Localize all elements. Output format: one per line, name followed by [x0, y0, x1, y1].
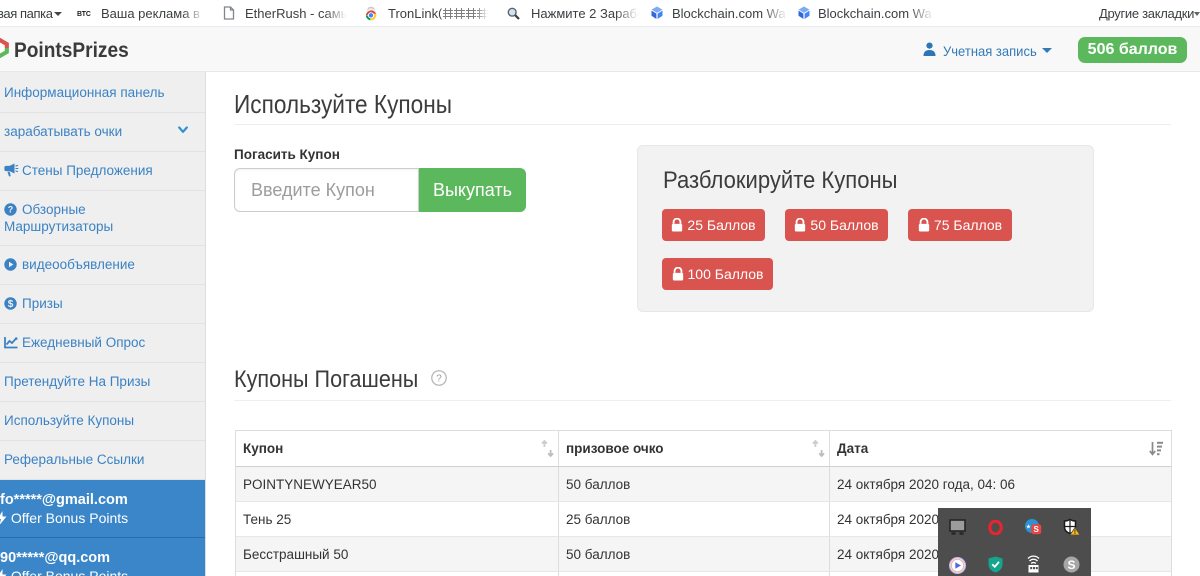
svg-text:$: $	[8, 299, 14, 310]
svg-text:★: ★	[1026, 524, 1031, 531]
svg-text:!: !	[1074, 529, 1076, 536]
svg-text:S: S	[1067, 558, 1075, 572]
svg-text:S: S	[1034, 525, 1040, 534]
svg-text:?: ?	[436, 373, 442, 384]
svg-text:?: ?	[8, 205, 14, 215]
